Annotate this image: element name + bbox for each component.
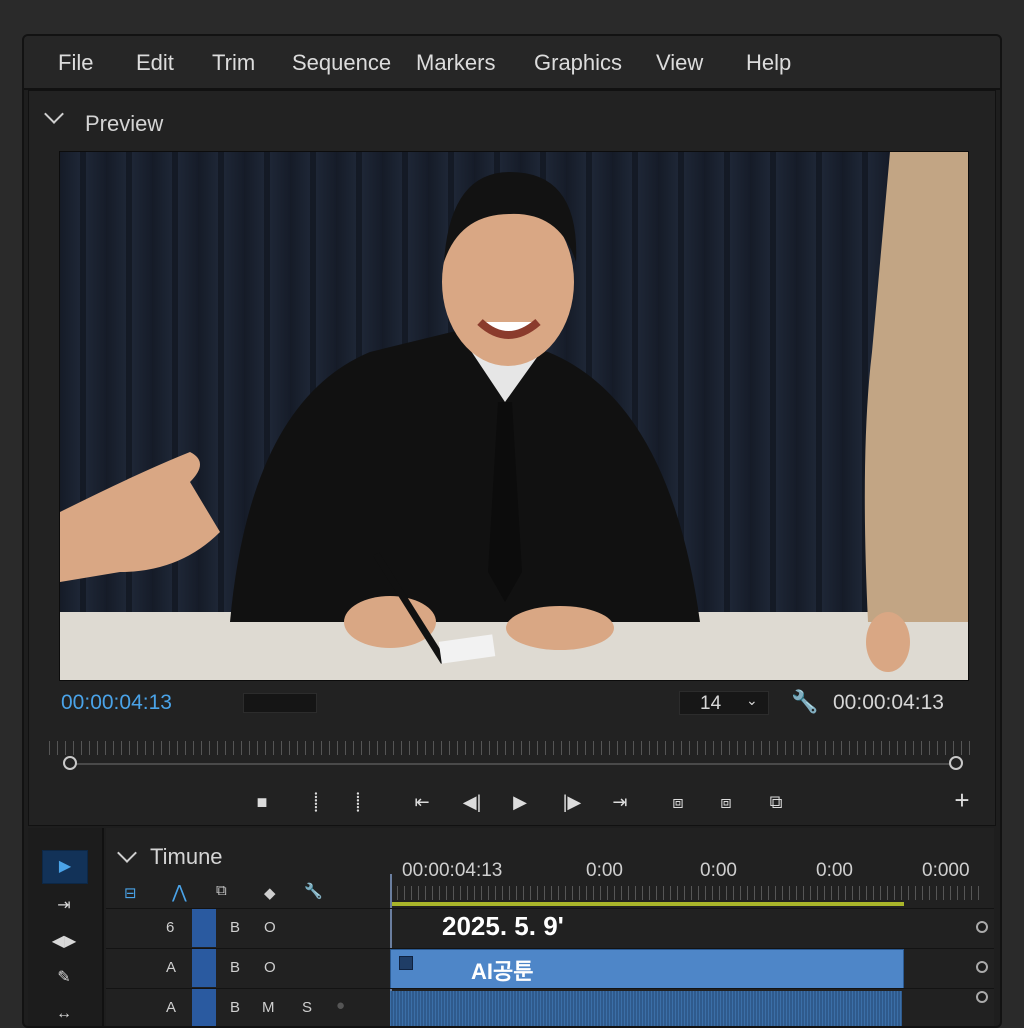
ripple-edit-icon[interactable]: ◀▶ [42,926,86,958]
nest-icon[interactable]: ⧉ [216,882,227,899]
add-button-icon[interactable]: + [947,785,977,815]
video-image [60,152,968,680]
track-label: A [166,999,177,1016]
track-row: A B M S ● [106,988,994,1026]
menu-help[interactable]: Help [746,50,791,76]
track-label: 6 [166,919,175,936]
linked-selection-icon[interactable]: ⋀ [172,882,187,903]
editor-window: File Edit Trim Sequence Markers Graphics… [22,34,1002,1028]
mute-button[interactable]: M [262,999,275,1016]
timeline-main: Timune ⊟ ⋀ ⧉ ◆ 🔧 00:00:04:13 0:00 0:00 0… [106,828,994,1026]
marker-icon[interactable]: ◆ [264,884,276,902]
snap-icon[interactable]: ⊟ [124,884,137,902]
track-target[interactable] [192,989,216,1026]
menu-markers[interactable]: Markers [416,50,495,76]
zoom-dropdown[interactable]: 14 ⌄ [679,691,769,715]
scroll-handle[interactable] [976,921,988,933]
go-to-in-icon[interactable]: ⇤ [407,787,437,817]
razor-icon[interactable]: ✎ [42,962,86,994]
track-row: 6 B O 2025. 5. 9' [106,908,994,947]
current-timecode[interactable]: 00:00:04:13 [61,691,172,715]
chevron-down-icon[interactable] [44,104,64,124]
go-to-out-icon[interactable]: ⇥ [605,787,635,817]
ruler-label: 0:00 [816,860,853,881]
ai-clip-label: AI공툰 [471,959,534,984]
wrench-icon[interactable]: 🔧 [304,882,323,900]
duration-timecode: 00:00:04:13 [833,691,944,714]
preview-title: Preview [85,111,164,136]
ai-clip[interactable]: AI공툰 [390,949,904,989]
menu-sequence[interactable]: Sequence [292,50,391,76]
preview-header: Preview [29,91,995,151]
scroll-handle[interactable] [976,961,988,973]
export-frame-icon[interactable]: ⧉ [761,787,791,817]
timeline-title: Timune [150,844,223,869]
toggle-visibility-icon[interactable]: O [264,919,276,936]
menu-file[interactable]: File [58,50,93,76]
ruler-label: 0:00 [700,860,737,881]
stop-icon[interactable]: ■ [247,787,277,817]
menu-graphics[interactable]: Graphics [534,50,622,76]
clip-thumb-icon [399,956,413,970]
selection-tool-icon[interactable]: ▶ [42,850,88,884]
menu-bar: File Edit Trim Sequence Markers Graphics… [24,36,1000,90]
mark-out-icon[interactable]: ⸽ [343,787,373,817]
scroll-handle[interactable] [976,991,988,1003]
zoom-value: 14 [700,693,722,714]
ruler-label: 00:00:04:13 [402,860,503,881]
work-area-bar[interactable] [390,902,904,906]
audio-clip[interactable] [390,991,902,1026]
time-ruler[interactable] [49,741,975,755]
out-point-handle[interactable] [949,756,963,770]
track-target[interactable] [192,949,216,987]
preview-panel: Preview 00:00:04:13 14 ⌄ 🔧 00:00:04:13 ■… [28,90,996,826]
timeline-panel: ▶ ⇥ ◀▶ ✎ ↔ Timune ⊟ ⋀ ⧉ ◆ 🔧 00:00:04:13 … [28,828,994,1026]
track-select-icon[interactable]: ⇥ [42,890,86,922]
track-row: A B O AI공툰 [106,948,994,989]
toggle-output-icon[interactable]: B [230,999,240,1016]
track-target[interactable] [192,909,216,947]
in-point-handle[interactable] [63,756,77,770]
scrub-line[interactable] [69,763,957,765]
toggle-output-icon[interactable]: B [230,919,240,936]
menu-trim[interactable]: Trim [212,50,255,76]
step-back-icon[interactable]: ◀| [457,787,487,817]
mark-in-icon[interactable]: ⸽ [301,787,331,817]
menu-edit[interactable]: Edit [136,50,174,76]
track-label: A [166,959,177,976]
text-clip[interactable]: 2025. 5. 9' [442,911,564,942]
solo-button[interactable]: S [302,999,312,1016]
toggle-visibility-icon[interactable]: O [264,959,276,976]
voiceover-mic-icon[interactable]: ● [336,997,345,1014]
timeline-ruler[interactable] [390,886,980,900]
menu-view[interactable]: View [656,50,703,76]
chevron-down-icon: ⌄ [746,692,758,708]
insert-icon[interactable]: ⧈ [663,787,693,817]
toggle-output-icon[interactable]: B [230,959,240,976]
tools-panel: ▶ ⇥ ◀▶ ✎ ↔ [28,828,104,1026]
chevron-down-icon[interactable] [117,843,137,863]
ruler-label: 0:00 [586,860,623,881]
overwrite-icon[interactable]: ⧈ [711,787,741,817]
wrench-icon[interactable]: 🔧 [791,689,818,715]
ruler-label: 0:000 [922,860,970,881]
video-frame [59,151,969,681]
status-field [243,693,317,713]
play-icon[interactable]: ▶ [505,787,535,817]
step-forward-icon[interactable]: |▶ [557,787,587,817]
